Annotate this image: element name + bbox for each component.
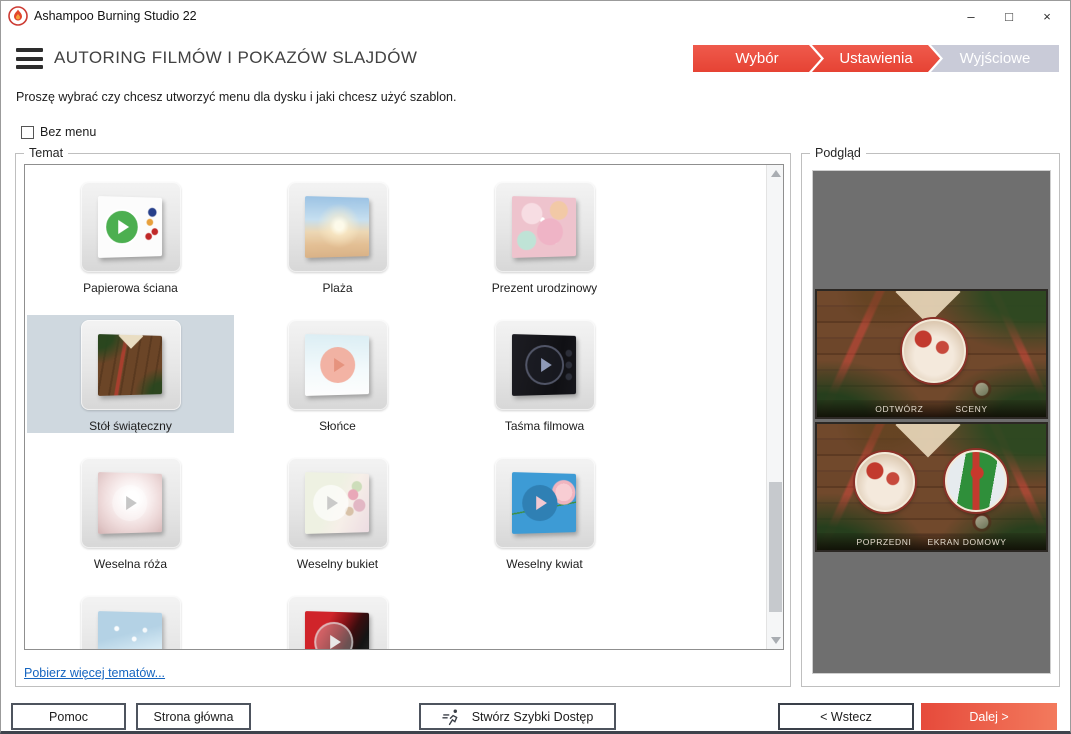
step-wyjsciowe: Wyjściowe	[931, 45, 1059, 72]
app-window: Ashampoo Burning Studio 22 – □ × AUTORIN…	[0, 0, 1071, 734]
close-button[interactable]: ×	[1028, 1, 1066, 31]
preview-groupbox: Podgląd ODTWÓRZ SCENY POPRZEDNI EKRAN DO…	[801, 146, 1060, 687]
runner-icon	[442, 709, 458, 725]
theme-tile-papierowa-sciana[interactable]: Papierowa ściana	[27, 177, 234, 295]
page-title: AUTORING FILMÓW I POKAZÓW SLAJDÓW	[54, 48, 418, 67]
theme-tile-weselna-roza[interactable]: Weselna róża	[27, 453, 234, 571]
wizard-steps: Wybór Ustawienia Wyjściowe	[693, 45, 1059, 72]
preview-photo-kids	[902, 319, 966, 383]
theme-tile-prezent-urodzinowy[interactable]: Prezent urodzinowy	[441, 177, 648, 295]
home-button[interactable]: Strona główna	[136, 703, 251, 730]
theme-tile-slonce[interactable]: Słońce	[234, 315, 441, 433]
no-menu-checkbox-row[interactable]: Bez menu	[21, 125, 96, 139]
theme-group-label: Temat	[24, 146, 69, 160]
step-wybor: Wybór	[693, 45, 821, 72]
theme-thumbnail	[287, 320, 388, 410]
scrollbar-thumb[interactable]	[769, 482, 782, 612]
more-themes-link[interactable]: Pobierz więcej tematów...	[24, 666, 165, 680]
preview-menu-item: SCENY	[955, 403, 988, 414]
play-icon	[313, 621, 353, 649]
minimize-button[interactable]: –	[952, 1, 990, 31]
play-icon	[111, 484, 147, 522]
preview-screen-scenes: POPRZEDNI EKRAN DOMOWY	[815, 422, 1048, 552]
theme-groupbox: Temat Papierowa ściana Plaża Prezent uro…	[15, 146, 791, 687]
scrollbar-up-icon[interactable]	[767, 165, 783, 182]
tile-label: Prezent urodzinowy	[491, 281, 598, 295]
play-icon	[521, 484, 557, 522]
titlebar: Ashampoo Burning Studio 22 – □ ×	[1, 1, 1070, 31]
page-subtitle: Proszę wybrać czy chcesz utworzyć menu d…	[16, 90, 457, 104]
theme-tile-red-modern[interactable]	[234, 591, 441, 649]
flame-icon	[8, 6, 28, 26]
quick-access-label: Stwórz Szybki Dostęp	[471, 709, 594, 724]
preview-menu-bar: POPRZEDNI EKRAN DOMOWY	[817, 533, 1046, 550]
tile-label: Papierowa ściana	[83, 281, 178, 295]
help-button[interactable]: Pomoc	[11, 703, 126, 730]
tile-label: Weselna róża	[93, 557, 168, 571]
preview-menu-item: POPRZEDNI	[856, 536, 912, 547]
play-icon	[524, 344, 564, 386]
hamburger-menu-icon[interactable]	[16, 48, 43, 69]
theme-thumbnail	[80, 458, 181, 548]
preview-menu-item: EKRAN DOMOWY	[927, 536, 1007, 547]
play-icon	[319, 346, 355, 384]
preview-panel: ODTWÓRZ SCENY POPRZEDNI EKRAN DOMOWY	[812, 170, 1051, 674]
scrollbar-down-icon[interactable]	[767, 632, 783, 649]
theme-thumbnail	[80, 320, 181, 410]
next-button[interactable]: Dalej >	[921, 703, 1057, 730]
preview-group-label: Podgląd	[810, 146, 866, 160]
theme-tile-tasma-filmowa[interactable]: Taśma filmowa	[441, 315, 648, 433]
theme-tile-stol-swiateczny[interactable]: Stół świąteczny	[27, 315, 234, 433]
theme-tile-weselny-bukiet[interactable]: Weselny bukiet	[234, 453, 441, 571]
tile-label: Stół świąteczny	[89, 419, 172, 433]
tile-label: Weselny kwiat	[506, 557, 583, 571]
play-icon	[312, 484, 349, 522]
window-title: Ashampoo Burning Studio 22	[34, 9, 197, 23]
scrollbar-track[interactable]	[766, 165, 783, 649]
theme-thumbnail	[494, 458, 595, 548]
maximize-button[interactable]: □	[990, 1, 1028, 31]
preview-screen-main: ODTWÓRZ SCENY	[815, 289, 1048, 419]
theme-tile-plaza[interactable]: Plaża	[234, 177, 441, 295]
preview-photo-gift	[945, 450, 1007, 512]
theme-thumbnail	[80, 182, 181, 272]
tile-label: Plaża	[322, 281, 353, 295]
play-icon	[103, 208, 140, 246]
theme-list: Papierowa ściana Plaża Prezent urodzinow…	[24, 164, 784, 650]
theme-thumbnail	[80, 596, 181, 649]
back-button[interactable]: < Wstecz	[778, 703, 914, 730]
theme-thumbnail	[287, 458, 388, 548]
no-menu-label: Bez menu	[40, 125, 97, 139]
theme-tile-winter[interactable]	[27, 591, 234, 649]
preview-photo-kids	[855, 452, 915, 512]
theme-thumbnail	[494, 320, 595, 410]
step-ustawienia: Ustawienia	[812, 45, 940, 72]
theme-thumbnail	[287, 596, 388, 649]
theme-thumbnail	[494, 182, 595, 272]
preview-menu-item: ODTWÓRZ	[875, 403, 924, 414]
quick-access-button[interactable]: Stwórz Szybki Dostęp	[419, 703, 616, 730]
no-menu-checkbox[interactable]	[21, 125, 34, 139]
tile-label: Weselny bukiet	[296, 557, 379, 571]
theme-grid: Papierowa ściana Plaża Prezent urodzinow…	[27, 177, 648, 649]
theme-thumbnail	[287, 182, 388, 272]
tile-label: Taśma filmowa	[504, 419, 585, 433]
preview-menu-bar: ODTWÓRZ SCENY	[817, 400, 1046, 417]
tile-label: Słońce	[319, 419, 356, 433]
theme-tile-weselny-kwiat[interactable]: Weselny kwiat	[441, 453, 648, 571]
